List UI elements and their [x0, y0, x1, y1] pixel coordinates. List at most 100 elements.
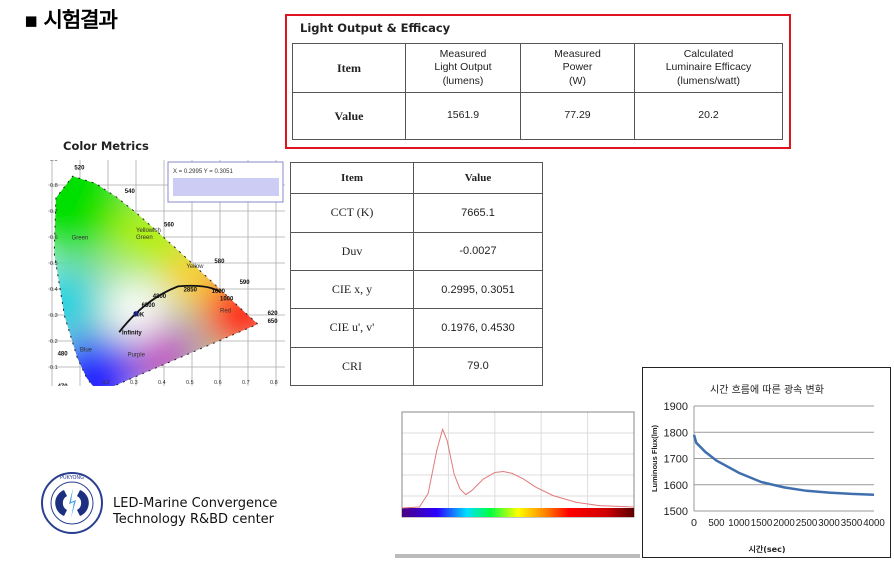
wavelength-label: 480: [58, 351, 69, 357]
item-cell: Duv: [290, 231, 414, 271]
y-tick-label: 0.2: [50, 339, 58, 345]
luminous-flux-chart: 시간 흐름에 따른 광속 변화 1500 1600 1700 1800 1900 0 500 1…: [642, 367, 891, 558]
x-tick-label: 1500: [751, 517, 773, 529]
x-tick-label: 0: [691, 517, 697, 529]
y-tick-label: 1600: [664, 480, 688, 492]
plot-frame: [401, 411, 635, 518]
x-tick-label: 3500: [841, 517, 863, 529]
y-tick-label: 0.7: [50, 209, 58, 215]
y-axis-label: Luminous Flux(lm): [650, 424, 659, 492]
x-tick-label: 2000: [773, 517, 795, 529]
cct-label: 2850: [184, 288, 198, 294]
cct-label: 6500: [142, 303, 156, 309]
y-tick-label: 0.4: [50, 287, 58, 293]
light-output-title: Light Output & Efficacy: [300, 21, 451, 35]
y-tick-label: 0.1: [50, 365, 58, 371]
value-cell: 0.1976, 0.4530: [413, 308, 543, 348]
cct-label: 1600: [212, 289, 226, 295]
light-output-section: Light Output & Efficacy Item Measured Li…: [285, 14, 791, 149]
cct-label: 1000: [220, 297, 234, 303]
y-tick-label: 0.8: [50, 183, 58, 189]
value-cell: -0.0027: [413, 231, 543, 271]
y-tick-label: 0.5: [50, 261, 58, 267]
x-tick-label: 0.5: [186, 380, 194, 386]
x-tick-label: 0.3: [130, 380, 138, 386]
table-row: CCT (K) 7665.1: [290, 193, 543, 233]
item-cell: CCT (K): [290, 193, 414, 233]
item-cell: CRI: [290, 346, 414, 387]
x-tick-label: 0.7: [242, 380, 250, 386]
value-cell: 79.0: [413, 346, 543, 387]
y-tick-label: 1800: [664, 427, 688, 439]
x-tick-label: 0.8: [270, 380, 278, 386]
table-row: CIE u', v' 0.1976, 0.4530: [290, 308, 543, 348]
y-tick-label: 0.6: [50, 235, 58, 241]
y-tick-label: 1700: [664, 454, 688, 466]
value-cell: 77.29: [520, 92, 635, 140]
table-row: CRI 79.0: [290, 346, 543, 387]
spectrum-chart: [401, 411, 635, 518]
y-tick-label: 0.3: [50, 313, 58, 319]
x-tick-label: 0.6: [214, 380, 222, 386]
org-name-line1: LED-Marine Convergence: [113, 496, 278, 511]
wavelength-label: 470: [58, 384, 69, 386]
item-cell: CIE x, y: [290, 269, 414, 310]
y-tick-label: 1500: [664, 506, 688, 518]
org-name-line2: Technology R&BD center: [113, 512, 275, 527]
color-swatch: [173, 178, 279, 196]
chart-title: 시간 흐름에 따른 광속 변화: [710, 384, 824, 396]
color-metrics-table: Item Value CCT (K) 7665.1 Duv -0.0027 CIE …: [290, 161, 543, 387]
wavelength-label: 520: [74, 165, 85, 171]
wavelength-label: 650: [268, 319, 279, 325]
y-tick-label: 1900: [664, 401, 688, 413]
x-axis-label: 시간(sec): [749, 544, 786, 554]
x-tick-label: 500: [708, 517, 724, 529]
value-cell: 7665.1: [413, 193, 543, 233]
header-cell: Measured Power (W): [520, 43, 635, 93]
header-cell: Item: [290, 161, 414, 195]
wavelength-label: 540: [125, 189, 136, 195]
x-tick-label: 3000: [818, 517, 840, 529]
header-cell: Item: [292, 43, 406, 93]
wavelength-color-bar: [402, 508, 634, 517]
header-cell: Measured Light Output (lumens): [405, 43, 521, 93]
color-metrics-title: Color Metrics: [63, 139, 149, 153]
light-output-table: Item Measured Light Output (lumens) Meas…: [292, 43, 783, 140]
region-label: Red: [220, 308, 231, 314]
region-label: Yellow: [186, 264, 204, 270]
region-label: Yellowish: [136, 228, 161, 234]
header-cell: Value: [413, 161, 543, 195]
region-label: Green: [136, 235, 153, 241]
region-label: Purple: [128, 353, 146, 359]
wavelength-label: 580: [214, 259, 225, 265]
region-label: Green: [72, 236, 89, 242]
table-row: CIE x, y 0.2995, 0.3051: [290, 269, 543, 310]
table-row: Duv -0.0027: [290, 231, 543, 271]
value-cell: 1561.9: [405, 92, 521, 140]
logo-text: PUKYONG: [60, 475, 84, 481]
y-tick-label: 0.9: [50, 160, 58, 163]
item-cell: CIE u', v': [290, 308, 414, 348]
value-cell: Value: [292, 92, 406, 140]
flux-series-line: [692, 434, 875, 496]
wavelength-label: 590: [240, 280, 251, 286]
readout-text: X = 0.2995 Y = 0.3051: [173, 169, 233, 175]
wavelength-label: 560: [164, 223, 175, 229]
cie-chromaticity-diagram: 520540560580590620650480470460GreenYello…: [48, 160, 285, 386]
wavelength-label: 620: [268, 311, 279, 317]
x-tick-label: 4000: [863, 517, 885, 529]
cct-label: Infinity: [122, 331, 142, 337]
page-title: ▪ 시험결과: [24, 8, 118, 32]
university-logo: PUKYONG: [41, 472, 103, 534]
x-tick-label: 0.4: [158, 380, 166, 386]
x-tick-label: 2500: [796, 517, 818, 529]
region-label: Blue: [80, 347, 93, 353]
header-cell: Calculated Luminaire Efficacy (lumens/wa…: [634, 43, 783, 93]
value-cell: 20.2: [634, 92, 783, 140]
x-tick-label: 1000: [728, 517, 750, 529]
divider: [395, 554, 640, 558]
cct-label: 10K: [133, 312, 145, 318]
x-tick-label: 0.2: [102, 380, 110, 386]
cct-label: 4800: [153, 294, 167, 300]
value-cell: 0.2995, 0.3051: [413, 269, 543, 310]
